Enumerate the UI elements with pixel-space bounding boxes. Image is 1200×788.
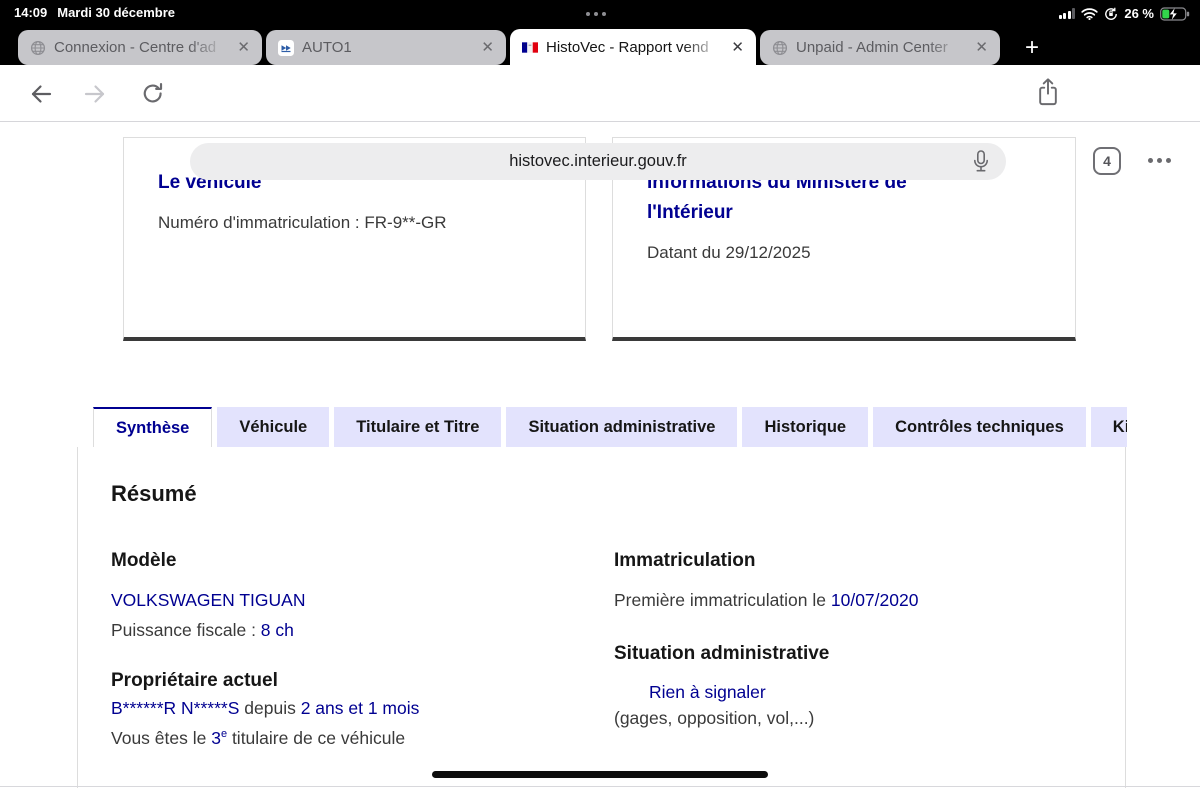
status-date: Mardi 30 décembre [57, 5, 176, 20]
globe-icon [30, 40, 46, 56]
back-button[interactable] [26, 79, 56, 109]
first-registration-date: 10/07/2020 [830, 590, 919, 610]
rank-suffix: titulaire de ce véhicule [227, 727, 406, 748]
tab-situation-administrative[interactable]: Situation administrative [506, 407, 738, 447]
browser-tab-connexion[interactable]: Connexion - Centre d'ad ✕ [18, 30, 262, 65]
horizontal-scrollbar[interactable] [432, 771, 768, 778]
browser-toolbar: histovec.interieur.gouv.fr 4 [0, 65, 1200, 180]
tab-vehicule[interactable]: Véhicule [217, 407, 330, 447]
synthese-panel: Résumé Modèle VOLKSWAGEN TIGUAN Puissanc… [77, 447, 1126, 788]
tab-overview-button[interactable]: 4 [1093, 147, 1121, 175]
france-flag-icon [522, 39, 538, 55]
cellular-signal-icon [1058, 8, 1076, 19]
model-heading: Modèle [111, 550, 177, 571]
share-button[interactable] [1033, 77, 1063, 107]
tab-count: 4 [1103, 153, 1111, 169]
safari-tab-strip: Connexion - Centre d'ad ✕ AUTO1 ✕ HistoV… [0, 27, 1200, 65]
admin-status-note: (gages, opposition, vol,...) [614, 708, 815, 728]
summary-left-column: Modèle VOLKSWAGEN TIGUAN Puissance fisca… [111, 550, 551, 748]
tab-title: Connexion - Centre d'ad [54, 39, 217, 56]
fiscal-power-label: Puissance fiscale : [111, 620, 261, 640]
rotation-lock-icon [1104, 7, 1118, 21]
rank-value: 3 [211, 727, 221, 748]
multitasking-dots-icon[interactable] [586, 12, 606, 16]
owner-since-value: 2 ans et 1 mois [300, 698, 420, 718]
report-tab-list: Synthèse Véhicule Titulaire et Titre Sit… [93, 407, 1127, 447]
wifi-icon [1081, 7, 1099, 20]
tab-title: AUTO1 [302, 39, 352, 56]
tab-synthese[interactable]: Synthèse [93, 407, 213, 447]
bottom-divider [0, 786, 1200, 787]
owner-since-label: depuis [239, 698, 301, 718]
owner-name: B******R N*****S [111, 698, 240, 718]
model-name: VOLKSWAGEN TIGUAN [111, 590, 551, 610]
globe-icon [772, 40, 788, 56]
tab-title: Unpaid - Admin Center [796, 39, 948, 56]
tab-kilometrage[interactable]: Kilométrage [1090, 407, 1127, 447]
address-bar[interactable]: histovec.interieur.gouv.fr [190, 143, 1006, 180]
clock: 14:09 [14, 5, 48, 20]
histovec-page: Le véhicule Numéro d'immatriculation : F… [0, 123, 1200, 788]
status-icons: 26 % [1058, 0, 1190, 27]
microphone-icon[interactable] [970, 149, 994, 175]
ministry-card-date: Datant du 29/12/2025 [647, 243, 811, 262]
status-left: 14:09 Mardi 30 décembre [14, 5, 175, 20]
close-tab-icon[interactable]: ✕ [973, 38, 990, 57]
model-name-link[interactable]: VOLKSWAGEN TIGUAN [111, 590, 305, 610]
battery-percent: 26 % [1124, 6, 1154, 21]
auto1-favicon-icon [278, 39, 294, 56]
vehicle-card-plate: Numéro d'immatriculation : FR-9**-GR [158, 213, 447, 232]
browser-tab-histovec-active[interactable]: HistoVec - Rapport vend ✕ [510, 29, 756, 65]
registration-heading: Immatriculation [614, 550, 756, 571]
first-registration-line: Première immatriculation le 10/07/2020 [614, 590, 1074, 610]
first-registration-label: Première immatriculation le [614, 590, 831, 610]
fiscal-power-value: 8 ch [260, 620, 294, 640]
forward-button[interactable] [80, 79, 110, 109]
close-tab-icon[interactable]: ✕ [479, 38, 496, 57]
owner-rank-line: Vous êtes le 3e titulaire de ce véhicule [111, 724, 551, 748]
reload-button[interactable] [138, 79, 168, 109]
tab-titulaire-et-titre[interactable]: Titulaire et Titre [334, 407, 502, 447]
tab-historique[interactable]: Historique [742, 407, 869, 447]
resume-heading: Résumé [111, 481, 197, 506]
status-bar: 14:09 Mardi 30 décembre 26 % [0, 0, 1200, 27]
tab-controles-techniques[interactable]: Contrôles techniques [873, 407, 1086, 447]
tab-title: HistoVec - Rapport vend [546, 38, 709, 56]
admin-status-heading: Situation administrative [614, 643, 830, 664]
owner-heading: Propriétaire actuel [111, 670, 278, 691]
admin-status-value: Rien à signaler [614, 682, 1074, 702]
summary-right-column: Immatriculation Première immatriculation… [614, 550, 1074, 728]
close-tab-icon[interactable]: ✕ [235, 38, 252, 57]
close-tab-icon[interactable]: ✕ [729, 38, 746, 57]
battery-icon [1160, 6, 1190, 21]
url-text: histovec.interieur.gouv.fr [509, 152, 687, 170]
owner-line: B******R N*****S depuis 2 ans et 1 mois [111, 698, 551, 718]
fiscal-power-line: Puissance fiscale : 8 ch [111, 620, 551, 640]
admin-status-link[interactable]: Rien à signaler [649, 682, 766, 702]
browser-tab-auto1[interactable]: AUTO1 ✕ [266, 30, 506, 65]
browser-tab-unpaid[interactable]: Unpaid - Admin Center ✕ [760, 30, 1000, 65]
new-tab-button[interactable]: + [1014, 30, 1050, 65]
more-menu-button[interactable] [1148, 158, 1171, 163]
rank-prefix: Vous êtes le [111, 727, 212, 748]
